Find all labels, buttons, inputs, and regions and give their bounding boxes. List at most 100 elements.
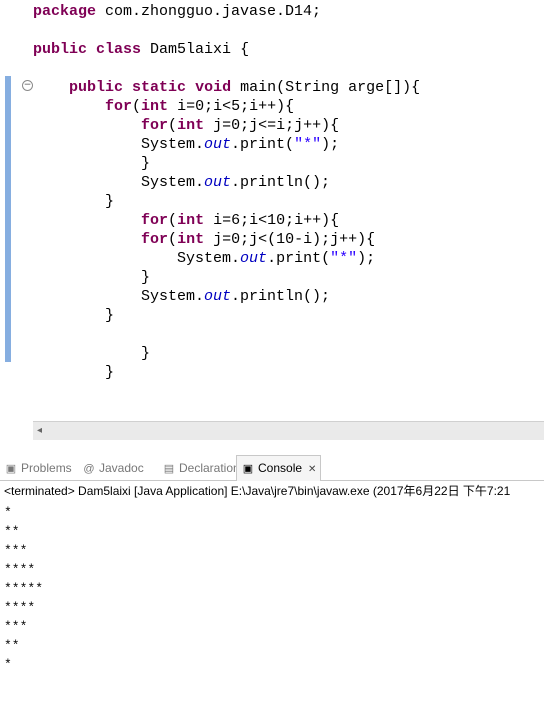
code-text: System.	[33, 174, 205, 191]
code-text: main(String arge[]){	[231, 79, 421, 96]
code-line[interactable]: for(int i=0;i<5;i++){	[33, 97, 420, 116]
code-keyword: public	[69, 79, 124, 96]
code-keyword: package	[33, 3, 97, 20]
tab-problems[interactable]: ▣ Problems	[4, 456, 72, 480]
console-output[interactable]: * ** *** **** ***** **** *** ** *	[4, 503, 43, 674]
code-text: i=6;i<10;i++){	[204, 212, 340, 229]
code-line[interactable]: }	[33, 344, 420, 363]
code-text: .print(	[231, 136, 295, 153]
code-field: out	[204, 174, 232, 191]
panel-separator	[0, 442, 544, 456]
code-line[interactable]: }	[33, 363, 420, 382]
code-line[interactable]: for(int i=6;i<10;i++){	[33, 211, 420, 230]
code-text: }	[33, 307, 115, 324]
tab-declaration[interactable]: ▤ Declaration	[162, 456, 240, 480]
tab-label: Declaration	[179, 461, 240, 475]
console-line: ***	[4, 619, 28, 634]
console-line: ****	[4, 600, 36, 615]
code-line[interactable]: for(int j=0;j<=i;j++){	[33, 116, 420, 135]
code-field: out	[240, 250, 268, 267]
editor-ruler	[0, 0, 16, 442]
code-line[interactable]: }	[33, 154, 420, 173]
code-line[interactable]: System.out.println();	[33, 287, 420, 306]
code-keyword: int	[141, 98, 169, 115]
tab-label: Console	[258, 461, 303, 475]
code-line[interactable]: System.out.print("*");	[33, 249, 420, 268]
code-text: (	[168, 231, 178, 248]
code-text: (	[168, 212, 178, 229]
bottom-panel-tabs: ▣ Problems @ Javadoc ▤ Declaration ▣ Console ✕	[0, 455, 544, 481]
code-line[interactable]	[33, 325, 420, 344]
code-line[interactable]: System.out.println();	[33, 173, 420, 192]
code-keyword: for	[141, 117, 169, 134]
javadoc-icon: @	[83, 463, 95, 475]
declaration-icon: ▤	[163, 463, 175, 475]
code-line[interactable]: }	[33, 192, 420, 211]
code-text: }	[33, 155, 151, 172]
code-keyword: class	[96, 41, 142, 58]
code-text: .print(	[267, 250, 331, 267]
code-field: out	[204, 136, 232, 153]
range-indicator	[5, 76, 11, 362]
code-keyword: for	[141, 231, 169, 248]
code-text: System.	[33, 250, 241, 267]
code-keyword: public	[33, 41, 88, 58]
code-keyword: for	[105, 98, 133, 115]
code-field: out	[204, 288, 232, 305]
tab-label: Problems	[21, 461, 72, 475]
code-text: .println();	[231, 288, 331, 305]
code-keyword: for	[141, 212, 169, 229]
console-status: <terminated> Dam5laixi [Java Application…	[4, 484, 511, 498]
code-editor[interactable]: − package com.zhongguo.javase.D14; publi…	[0, 0, 544, 442]
console-icon: ▣	[242, 463, 254, 475]
code-string: "*"	[330, 250, 358, 267]
code-keyword: int	[177, 117, 205, 134]
code-text: (	[132, 98, 142, 115]
tab-label: Javadoc	[99, 461, 144, 475]
tab-console[interactable]: ▣ Console ✕	[236, 455, 322, 481]
code-text: com.zhongguo.javase.D14;	[96, 3, 322, 20]
code-line[interactable]	[33, 21, 420, 40]
code-keyword: void	[195, 79, 232, 96]
tab-javadoc[interactable]: @ Javadoc	[82, 456, 144, 480]
code-line[interactable]: for(int j=0;j<(10-i);j++){	[33, 230, 420, 249]
code-keyword: int	[177, 212, 205, 229]
code-line[interactable]: }	[33, 306, 420, 325]
fold-collapse-icon[interactable]: −	[22, 80, 33, 91]
scroll-left-arrow-icon[interactable]: ◂	[37, 424, 42, 438]
console-line: ****	[4, 562, 36, 577]
console-line: *	[4, 505, 12, 520]
console-line: *****	[4, 581, 44, 596]
code-text: System.	[33, 288, 205, 305]
code-line[interactable]	[33, 59, 420, 78]
code-text: j=0;j<(10-i);j++){	[204, 231, 376, 248]
code-text: );	[321, 136, 340, 153]
code-text: );	[357, 250, 376, 267]
code-line[interactable]: package com.zhongguo.javase.D14;	[33, 2, 420, 21]
code-text: (	[168, 117, 178, 134]
code-text: }	[33, 269, 151, 286]
code-line[interactable]: System.out.print("*");	[33, 135, 420, 154]
close-tab-icon[interactable]: ✕	[308, 464, 316, 475]
code-line[interactable]: }	[33, 268, 420, 287]
code-text: System.	[33, 136, 205, 153]
code-line[interactable]: public static void main(String arge[]){	[33, 78, 420, 97]
source-code[interactable]: package com.zhongguo.javase.D14; public …	[33, 2, 420, 382]
problems-icon: ▣	[5, 463, 17, 475]
code-text: .println();	[231, 174, 331, 191]
code-line[interactable]: public class Dam5laixi {	[33, 40, 420, 59]
code-keyword: int	[177, 231, 205, 248]
code-text: }	[33, 345, 151, 362]
code-text: }	[33, 193, 115, 210]
code-text: }	[33, 364, 115, 381]
code-keyword: static	[132, 79, 187, 96]
console-line: **	[4, 524, 20, 539]
horizontal-scrollbar[interactable]: ◂	[33, 421, 544, 440]
